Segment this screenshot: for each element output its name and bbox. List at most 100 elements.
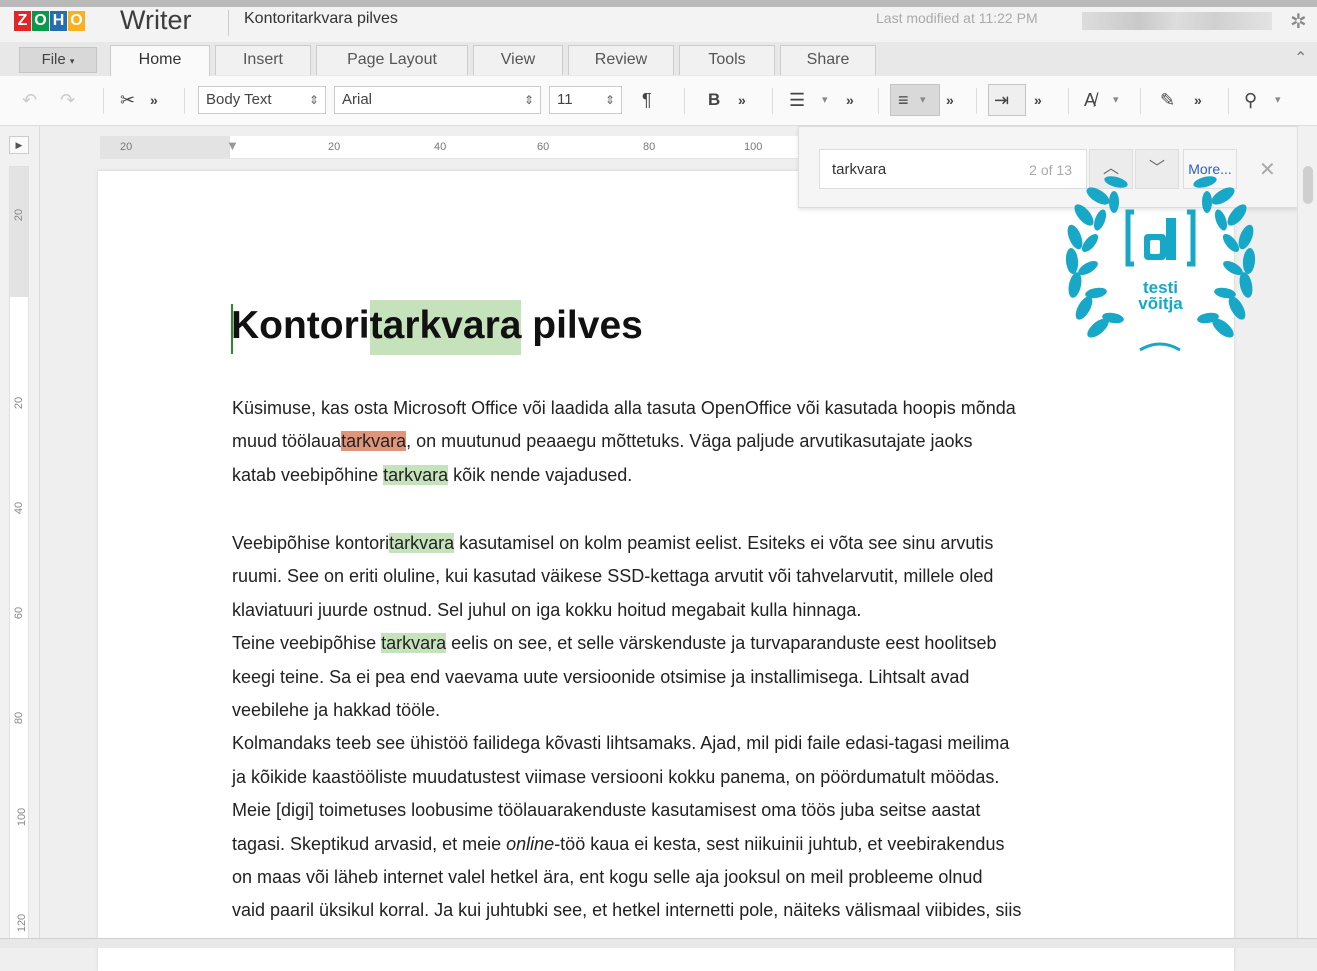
tab-review[interactable]: Review <box>568 45 674 75</box>
font-size-select[interactable]: 11 ⇕ <box>549 86 622 114</box>
more-tools-icon[interactable]: » <box>1194 86 1202 114</box>
text-run: muud töölaua <box>232 431 342 452</box>
text-line: Meie [digi] toimetuses loobusime töölaua… <box>232 800 981 821</box>
chevron-down-icon: ▾ <box>920 94 926 106</box>
scrollbar-thumb[interactable] <box>1303 166 1313 204</box>
paragraph: Veebipõhise kontoritarkvara kasutamisel … <box>232 527 1132 928</box>
tab-page-layout[interactable]: Page Layout <box>316 45 468 75</box>
vertical-scrollbar[interactable] <box>1297 126 1317 947</box>
test-winner-badge: testi võitja <box>1058 168 1263 358</box>
ruler-tick: 80 <box>643 141 656 153</box>
text-run: Veebipõhise kontori <box>232 533 390 553</box>
ruler-tick: 100 <box>744 141 763 153</box>
logo-letter: Z <box>14 11 31 31</box>
settings-icon[interactable]: ✲ <box>1290 9 1307 34</box>
find-binoculars-icon[interactable]: ⚲ <box>1244 86 1257 114</box>
indent-marker-icon[interactable]: ▼ <box>226 138 239 153</box>
clear-format-icon[interactable]: A̸ <box>1084 86 1096 114</box>
logo-letter: H <box>50 11 67 31</box>
bold-icon[interactable]: B <box>708 86 720 114</box>
horizontal-ruler: 20 ▼ 20 40 60 80 100 <box>100 136 840 159</box>
ruler-tick: 60 <box>537 141 550 153</box>
tab-view[interactable]: View <box>473 45 563 75</box>
text-line: ja kõikide kaastööliste muudatustest vii… <box>232 766 1000 787</box>
more-list-icon[interactable]: » <box>846 86 854 114</box>
ruler-tick: 20 <box>13 208 26 222</box>
collapse-ribbon-icon[interactable]: ⌃ <box>1294 48 1307 68</box>
laurel-wreath-icon <box>1065 176 1256 352</box>
tab-home[interactable]: Home <box>110 45 210 77</box>
find-input[interactable]: tarkvara 2 of 13 <box>819 149 1087 189</box>
list-icon[interactable]: ☰ <box>789 86 805 114</box>
more-clipboard-icon[interactable]: » <box>150 86 158 114</box>
text-line: Küsimuse, kas osta Microsoft Office või … <box>232 398 1016 418</box>
logo-letter: O <box>68 11 85 31</box>
ruler-tick: 120 <box>16 913 29 933</box>
text-line: Veebipõhise kontoritarkvara kasutamisel … <box>232 527 1132 560</box>
laurel-left <box>1065 176 1128 338</box>
file-menu-button[interactable]: File ▾ <box>19 47 97 73</box>
font-size-value: 11 <box>557 91 573 108</box>
font-family-value: Arial <box>342 91 373 108</box>
title-bar: Z O H O Writer Kontoritarkvara pilves La… <box>0 0 1317 42</box>
chevron-down-icon[interactable]: ▾ <box>1275 86 1281 114</box>
font-family-select[interactable]: Arial ⇕ <box>334 86 541 114</box>
heading-text: Kontori <box>231 304 370 347</box>
more-format-icon[interactable]: » <box>738 86 746 114</box>
divider <box>772 88 773 114</box>
chevron-down-icon[interactable]: ▾ <box>1113 86 1119 114</box>
text-cursor <box>231 304 233 354</box>
search-match-highlight: tarkvara <box>383 464 449 485</box>
account-area[interactable] <box>1082 12 1272 30</box>
pilcrow-icon[interactable]: ¶ <box>642 86 652 114</box>
more-indent-icon[interactable]: » <box>1034 86 1042 114</box>
ruler-tick: 60 <box>13 606 26 620</box>
divider <box>1068 88 1069 114</box>
chevron-down-icon[interactable]: ▾ <box>822 86 828 114</box>
ruler-tick: 40 <box>13 501 26 515</box>
text-line: tagasi. Skeptikud arvasid, et meie onlin… <box>232 828 1132 861</box>
divider <box>976 88 977 114</box>
text-line: keegi teine. Sa ei pea end vaevama uute … <box>232 666 970 687</box>
logo-letter: O <box>32 11 49 31</box>
format-painter-icon[interactable]: ✎ <box>1160 86 1175 114</box>
text-run: Teine veebipõhise <box>232 633 382 654</box>
zoho-logo[interactable]: Z O H O <box>14 11 85 33</box>
laurel-right <box>1193 176 1256 338</box>
ruler-tick: 40 <box>434 141 447 153</box>
divider <box>184 88 185 114</box>
text-run: tagasi. Skeptikud arvasid, et meie <box>232 833 507 854</box>
text-run: , on muutunud peaaegu mõttetuks. Väga pa… <box>406 431 973 452</box>
spinner-icon: ⇕ <box>604 93 615 107</box>
divider <box>684 88 685 114</box>
heading-text: pilves <box>521 304 643 347</box>
divider <box>1228 88 1229 114</box>
more-align-icon[interactable]: » <box>946 86 954 114</box>
ruler-tick: 20 <box>120 141 133 153</box>
undo-icon[interactable]: ↶ <box>22 86 37 114</box>
paragraph-style-select[interactable]: Body Text ⇕ <box>198 86 326 114</box>
tab-insert[interactable]: Insert <box>215 45 311 75</box>
text-run: -töö kaua ei kesta, sest niikuinii juhtu… <box>554 833 1005 854</box>
spinner-icon: ⇕ <box>523 93 534 107</box>
search-match-highlight: tarkvara <box>381 633 447 654</box>
text-run: kõik nende vajadused. <box>448 464 633 485</box>
search-match-highlight: tarkvara <box>369 300 522 355</box>
text-line: katab veebipõhine tarkvara kõik nende va… <box>232 459 1132 492</box>
divider <box>1140 88 1141 114</box>
tab-tools[interactable]: Tools <box>679 45 775 75</box>
text-run: katab veebipõhine <box>232 464 384 485</box>
redo-icon[interactable]: ↷ <box>60 86 75 114</box>
badge-label: võitja <box>1138 294 1183 313</box>
document-title[interactable]: Kontoritarkvara pilves <box>244 10 398 28</box>
ruler-margin <box>10 167 28 297</box>
cut-icon[interactable]: ✂ <box>120 86 135 114</box>
app-name: Writer <box>120 5 192 35</box>
text-line: Teine veebipõhise tarkvara eelis on see,… <box>232 627 1132 660</box>
last-modified: Last modified at 11:22 PM <box>876 10 1038 26</box>
text-line: ruumi. See on eriti oluline, kui kasutad… <box>232 566 994 587</box>
paragraph: Küsimuse, kas osta Microsoft Office või … <box>232 392 1132 492</box>
vertical-ruler: 20 20 40 60 80 100 120 <box>9 166 29 947</box>
tab-share[interactable]: Share <box>780 45 876 75</box>
expand-pane-icon[interactable]: ▶ <box>9 136 29 154</box>
